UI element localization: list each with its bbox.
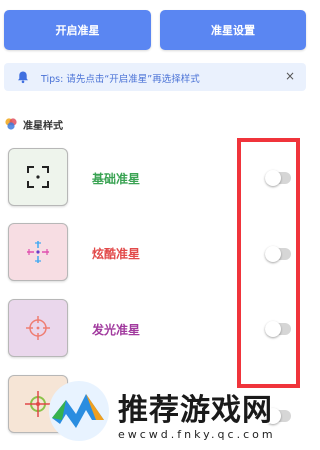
close-icon[interactable]: ×: [285, 69, 295, 83]
section-title: 准星样式: [23, 121, 63, 132]
crosshair-glow-icon: [26, 316, 50, 340]
tip-banner: Tips: 请先点击“开启准星”再选择样式 ×: [4, 63, 306, 91]
bell-icon: [18, 71, 28, 84]
style-thumb-basic[interactable]: [8, 148, 68, 206]
style-label-glow: 发光准星: [92, 323, 141, 337]
style-thumb-glow[interactable]: [8, 299, 68, 357]
style-thumb-cool[interactable]: [8, 223, 68, 281]
watermark-logo-icon: [49, 381, 109, 441]
crosshair-cool-icon: [27, 241, 49, 263]
tip-text: Tips: 请先点击“开启准星”再选择样式: [41, 74, 200, 85]
watermark-text: 推荐游戏网: [118, 393, 273, 428]
watermark-url: ewcwd.fnky.qc.com: [118, 428, 276, 441]
highlight-box: [237, 138, 300, 388]
palette-icon: [5, 118, 17, 130]
crosshair-basic-icon: [27, 166, 49, 188]
style-label-basic: 基础准星: [92, 172, 141, 186]
crosshair-settings-button[interactable]: 准星设置: [160, 10, 306, 50]
style-label-cool: 炫酷准星: [92, 247, 141, 261]
start-crosshair-button[interactable]: 开启准星: [4, 10, 151, 50]
